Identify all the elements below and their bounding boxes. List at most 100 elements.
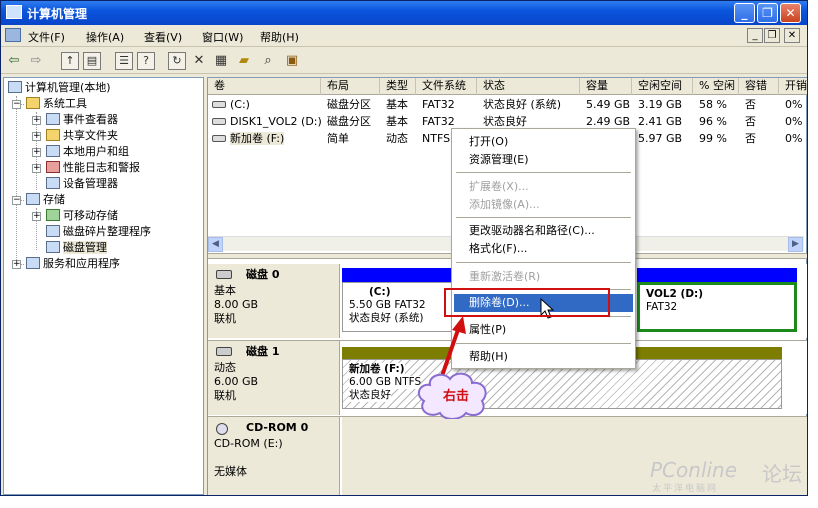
back-icon[interactable]: ⇦ — [5, 52, 23, 70]
column-header[interactable]: 容量 — [580, 78, 632, 95]
tree-defrag[interactable]: 磁盘碎片整理程序 — [46, 224, 151, 240]
scroll-right-icon[interactable]: ▶ — [788, 237, 803, 252]
delete-icon[interactable]: ✕ — [190, 52, 208, 70]
search-icon[interactable]: ⌕ — [259, 52, 277, 70]
tree-system-tools[interactable]: 系统工具 — [26, 96, 87, 112]
cdrom-empty-area — [342, 417, 807, 495]
disk-icon — [212, 135, 226, 142]
tree-perf-logs[interactable]: 性能日志和警报 — [46, 160, 140, 176]
highlight-box — [444, 288, 610, 317]
menu-separator — [456, 343, 631, 344]
console-icon[interactable] — [5, 28, 21, 42]
help-book-icon[interactable]: ▣ — [283, 52, 301, 70]
maximize-button[interactable]: ❐ — [757, 3, 778, 23]
column-header[interactable]: 类型 — [380, 78, 416, 95]
partition-d[interactable]: VOL2 (D:) FAT32 — [637, 282, 797, 332]
mdi-minimize-button[interactable]: _ — [747, 28, 763, 43]
toolbar: ⇦ ⇨ ↑ ▤ ☰ ? ↻ ✕ ▦ ▰ ⌕ ▣ — [1, 48, 807, 74]
cdrom-label[interactable]: CD-ROM 0 CD-ROM (E:) 无媒体 — [208, 417, 340, 495]
show-tree-icon[interactable]: ▤ — [83, 52, 101, 70]
column-header[interactable]: 状态 — [477, 78, 580, 95]
tree-services[interactable]: 服务和应用程序 — [26, 256, 120, 272]
volume-list-header: 卷 布局 类型 文件系统 状态 容量 空闲空间 % 空闲 容错 开销 — [208, 78, 807, 95]
title-bar[interactable]: 计算机管理 _ ❐ ✕ — [1, 1, 807, 25]
menu-action[interactable]: 操作(A) — [86, 29, 124, 45]
up-folder-icon[interactable]: ↑ — [61, 52, 79, 70]
window-title: 计算机管理 — [27, 7, 88, 21]
expand-toggle[interactable]: − — [12, 196, 21, 205]
disk-0-label[interactable]: 磁盘 0 基本 8.00 GB 联机 — [208, 264, 340, 338]
menu-window[interactable]: 窗口(W) — [202, 29, 243, 45]
menu-separator — [456, 217, 631, 218]
forward-icon[interactable]: ⇨ — [27, 52, 45, 70]
properties-icon[interactable]: ☰ — [115, 52, 133, 70]
services-icon — [26, 257, 40, 269]
column-header[interactable]: 卷 — [208, 78, 321, 95]
disk-icon — [212, 118, 226, 125]
tree-local-users[interactable]: 本地用户和组 — [46, 144, 129, 160]
column-header[interactable]: 布局 — [321, 78, 380, 95]
disk-icon — [212, 101, 226, 108]
menu-separator — [456, 172, 631, 173]
performance-icon — [46, 161, 60, 173]
menu-file[interactable]: 文件(F) — [28, 29, 65, 45]
menu-bar: 文件(F) 操作(A) 查看(V) 窗口(W) 帮助(H) _ ❐ ✕ — [1, 25, 807, 47]
column-header[interactable]: % 空闲 — [693, 78, 739, 95]
menu-view[interactable]: 查看(V) — [144, 29, 182, 45]
menu-help[interactable]: 帮助(H) — [260, 29, 299, 45]
storage-icon — [26, 193, 40, 205]
removable-storage-icon — [46, 209, 60, 221]
computer-icon — [8, 81, 22, 93]
expand-toggle[interactable]: + — [12, 260, 21, 269]
menu-explore[interactable]: 资源管理(E) — [454, 151, 633, 169]
tree-removable-storage[interactable]: 可移动存储 — [46, 208, 118, 224]
properties2-icon[interactable]: ▦ — [212, 52, 230, 70]
menu-reactivate-volume[interactable]: 重新激活卷(R) — [454, 268, 633, 286]
partition-header-bar — [637, 268, 797, 282]
column-header[interactable]: 文件系统 — [416, 78, 477, 95]
tools-icon — [26, 97, 40, 109]
open-icon[interactable]: ▰ — [235, 52, 253, 70]
tree-disk-management[interactable]: 磁盘管理 — [46, 240, 107, 256]
cdrom-icon — [216, 423, 228, 435]
mdi-restore-button[interactable]: ❐ — [764, 28, 780, 43]
mdi-close-button[interactable]: ✕ — [784, 28, 800, 43]
help-icon[interactable]: ? — [137, 52, 155, 70]
tree-root[interactable]: 计算机管理(本地) — [8, 80, 111, 96]
column-header[interactable]: 容错 — [739, 78, 779, 95]
disk-icon — [216, 347, 232, 356]
disk-management-icon — [46, 241, 60, 253]
expand-toggle[interactable]: + — [32, 148, 41, 157]
disk-1-label[interactable]: 磁盘 1 动态 6.00 GB 联机 — [208, 341, 340, 415]
tree-shared-folders[interactable]: 共享文件夹 — [46, 128, 118, 144]
menu-extend-volume[interactable]: 扩展卷(X)... — [454, 178, 633, 196]
expand-toggle[interactable]: + — [32, 116, 41, 125]
menu-add-mirror[interactable]: 添加镜像(A)... — [454, 196, 633, 214]
expand-toggle[interactable]: + — [32, 132, 41, 141]
scroll-left-icon[interactable]: ◀ — [208, 237, 223, 252]
close-button[interactable]: ✕ — [780, 3, 801, 23]
minimize-button[interactable]: _ — [734, 3, 755, 23]
tree-event-viewer[interactable]: 事件查看器 — [46, 112, 118, 128]
column-header[interactable]: 开销 — [779, 78, 807, 95]
menu-properties[interactable]: 属性(P) — [454, 321, 633, 339]
disk-icon — [216, 270, 232, 279]
shared-folder-icon — [46, 129, 60, 141]
expand-toggle[interactable]: + — [32, 212, 41, 221]
expand-toggle[interactable]: − — [12, 100, 21, 109]
tree-device-manager[interactable]: 设备管理器 — [46, 176, 118, 192]
column-header[interactable]: 空闲空间 — [632, 78, 693, 95]
tree-storage[interactable]: 存储 — [26, 192, 65, 208]
menu-help[interactable]: 帮助(H) — [454, 348, 633, 366]
refresh-icon[interactable]: ↻ — [168, 52, 186, 70]
defrag-icon — [46, 225, 60, 237]
table-row[interactable]: (C:) 磁盘分区 基本 FAT32 状态良好 (系统) 5.49 GB 3.1… — [208, 96, 807, 113]
event-viewer-icon — [46, 113, 60, 125]
expand-toggle[interactable]: + — [32, 164, 41, 173]
watermark-logo: PConline — [650, 458, 738, 482]
menu-open[interactable]: 打开(O) — [454, 133, 633, 151]
menu-format[interactable]: 格式化(F)... — [454, 240, 633, 258]
computer-management-window: 计算机管理 _ ❐ ✕ 文件(F) 操作(A) 查看(V) 窗口(W) 帮助(H… — [0, 0, 808, 496]
menu-change-drive-letter[interactable]: 更改驱动器名和路径(C)... — [454, 222, 633, 240]
watermark-tagline: 太平洋电脑网 — [652, 484, 719, 494]
